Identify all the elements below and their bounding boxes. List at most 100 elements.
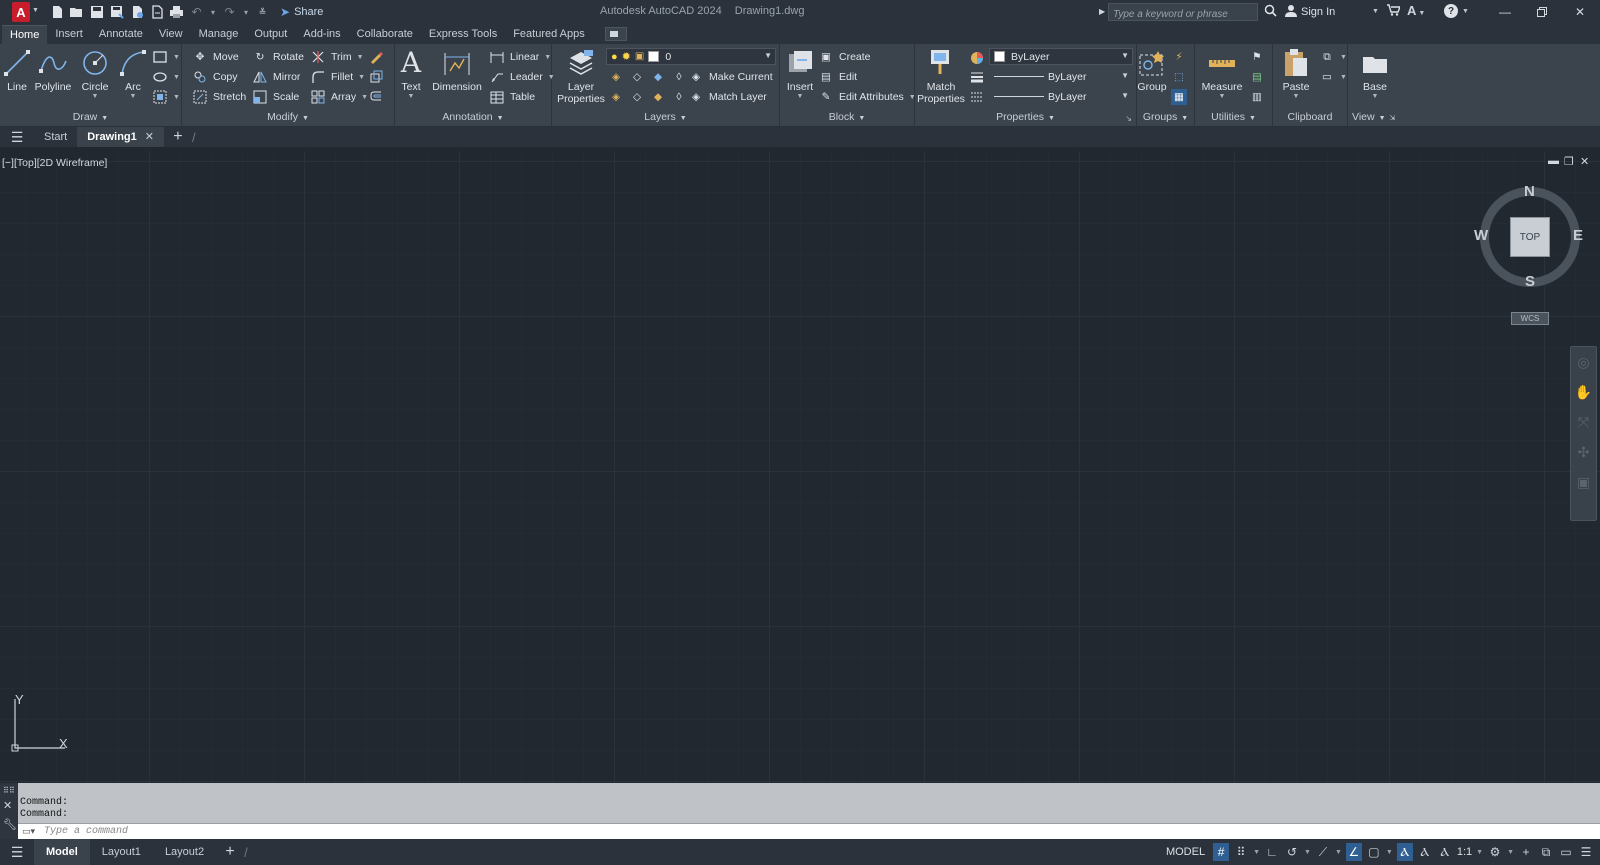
save-to-web-icon[interactable] — [148, 4, 165, 21]
layout-tabs-menu-icon[interactable]: ☰ — [0, 842, 34, 862]
command-prompt-icon[interactable]: ▭▾ — [18, 826, 44, 837]
explode-button[interactable] — [368, 68, 384, 86]
pan-hand-icon[interactable]: ✋ — [1571, 377, 1596, 407]
linear-dimension-button[interactable]: Linear ▼ — [489, 48, 551, 66]
orbit-icon[interactable]: ✣ — [1571, 437, 1596, 467]
copy-button[interactable]: Copy — [192, 68, 238, 86]
chevron-down-icon[interactable]: ▼ — [1304, 849, 1311, 856]
layer-dropdown[interactable]: ● ✹ ▣ 0 ▼ — [606, 48, 776, 65]
chevron-down-icon[interactable]: ▼ — [1352, 93, 1398, 101]
minimize-icon[interactable]: — — [1490, 2, 1520, 22]
command-input[interactable] — [44, 824, 1600, 839]
sign-in-button[interactable]: Sign In — [1285, 4, 1335, 20]
zoom-extents-icon[interactable]: ⤧ — [1571, 407, 1596, 437]
chevron-down-icon[interactable]: ▼ — [1386, 849, 1393, 856]
search-icon[interactable] — [1264, 4, 1277, 20]
isolate-objects-icon[interactable]: ⧉ — [1538, 843, 1554, 861]
tab-home[interactable]: Home — [2, 25, 48, 44]
ellipse-tool[interactable]: ▼ — [152, 68, 180, 86]
erase-button[interactable] — [368, 48, 384, 66]
viewcube-face-top[interactable]: TOP — [1510, 217, 1550, 257]
edit-block-button[interactable]: ▤ Edit — [818, 68, 857, 86]
array-button[interactable]: Array ▼ — [310, 88, 368, 106]
tab-view[interactable]: View — [151, 25, 191, 44]
chevron-down-icon[interactable]: ▼ — [1199, 93, 1245, 101]
layer-thaw-icon[interactable]: ◈ — [608, 89, 624, 105]
group-selection-button[interactable]: ▦ — [1171, 88, 1187, 106]
annotation-scale-value[interactable]: 1:1 — [1457, 846, 1472, 858]
create-block-button[interactable]: ▣ Create — [818, 48, 870, 66]
file-tabs-menu-icon[interactable]: ☰ — [0, 127, 34, 147]
new-file-icon[interactable] — [48, 4, 65, 21]
wcs-menu[interactable]: WCS — [1511, 312, 1549, 325]
auto-scale-icon[interactable]: Ⲁ — [1417, 843, 1433, 861]
share-button[interactable]: ➤ Share — [280, 5, 323, 19]
group-button[interactable]: Group — [1133, 48, 1171, 93]
cut-button[interactable]: ▭ ▼ — [1319, 68, 1347, 86]
annotation-monitor-icon[interactable]: + — [1518, 843, 1534, 861]
lineweight-dropdown[interactable]: ByLayer ▼ — [989, 68, 1133, 85]
table-button[interactable]: Table — [489, 88, 535, 106]
chevron-down-icon[interactable]: ▼ — [1476, 849, 1483, 856]
chevron-down-icon[interactable]: ▼ — [1273, 93, 1319, 101]
base-view-button[interactable]: Base ▼ — [1352, 48, 1398, 101]
customize-toolbar-icon[interactable]: ≚ — [254, 4, 271, 21]
tab-annotate[interactable]: Annotate — [91, 25, 151, 44]
showmotion-icon[interactable]: ▣ — [1571, 467, 1596, 497]
annotation-visibility-icon[interactable]: Ⲁ — [1396, 843, 1413, 861]
close-icon[interactable]: ✕ — [145, 127, 154, 147]
move-button[interactable]: ✥ Move — [192, 48, 239, 66]
polar-tracking-icon[interactable]: ↺ — [1284, 843, 1300, 861]
close-icon[interactable]: ✕ — [3, 799, 12, 812]
tab-output[interactable]: Output — [246, 25, 295, 44]
application-menu-button[interactable]: A — [12, 2, 30, 22]
match-properties-button[interactable]: Match Properties — [916, 48, 966, 105]
isometric-drafting-icon[interactable]: ⟋ — [1315, 843, 1331, 861]
close-icon[interactable]: ✕ — [1565, 2, 1595, 22]
viewport-minimize-icon[interactable]: ▬ — [1548, 155, 1559, 167]
viewport-controls-label[interactable]: [−][Top][2D Wireframe] — [2, 157, 107, 169]
tab-model[interactable]: Model — [34, 839, 90, 865]
undo-icon[interactable]: ↶ — [188, 4, 205, 21]
object-color-dropdown[interactable]: ByLayer ▼ — [989, 48, 1133, 65]
insert-block-button[interactable]: Insert ▼ — [782, 48, 818, 101]
tab-insert[interactable]: Insert — [47, 25, 91, 44]
cart-icon[interactable] — [1387, 4, 1402, 19]
panel-title-annotation[interactable]: Annotation ▼ — [395, 111, 551, 125]
layer-isolate-icon[interactable]: ◈ — [608, 69, 624, 85]
group-edit-button[interactable]: ⬚ — [1171, 68, 1187, 86]
leader-button[interactable]: Leader ▼ — [489, 68, 555, 86]
chevron-down-icon[interactable]: ▼ — [1462, 8, 1469, 15]
offset-button[interactable] — [368, 88, 384, 106]
annotation-scale-icon[interactable]: Ⲁ — [1437, 843, 1453, 861]
hatch-tool[interactable]: ▼ — [152, 88, 180, 106]
layer-unlock-icon[interactable]: ◊ — [671, 89, 687, 105]
rectangle-tool[interactable]: ▼ — [152, 48, 180, 66]
panel-title-view[interactable]: View ▼ ⇲ — [1348, 111, 1404, 125]
tab-add-ins[interactable]: Add-ins — [295, 25, 348, 44]
panel-title-draw[interactable]: Draw ▼ — [0, 111, 181, 125]
redo-dropdown-icon[interactable]: ▾ — [241, 4, 251, 21]
viewcube[interactable]: TOP N S E W — [1474, 183, 1583, 290]
panel-title-modify[interactable]: Modify ▼ — [182, 111, 394, 125]
chevron-right-icon[interactable]: ▶ — [1099, 7, 1105, 16]
layer-freeze-icon[interactable]: ◆ — [650, 69, 666, 85]
layer-unisolate-icon[interactable]: ◇ — [629, 69, 645, 85]
tab-collaborate[interactable]: Collaborate — [349, 25, 421, 44]
make-current-button[interactable]: ◈ Make Current — [688, 68, 773, 86]
plot-icon[interactable] — [168, 4, 185, 21]
viewport-restore-icon[interactable]: ❐ — [1564, 155, 1574, 168]
tab-start[interactable]: Start — [34, 127, 77, 147]
tab-layout1[interactable]: Layout1 — [90, 839, 153, 865]
compass-west[interactable]: W — [1474, 227, 1488, 244]
chevron-down-icon[interactable]: ▼ — [1372, 8, 1379, 15]
tab-drawing1[interactable]: Drawing1 ✕ — [77, 127, 164, 147]
quick-select-button[interactable]: ⚑ — [1249, 48, 1265, 66]
help-search-input[interactable] — [1109, 6, 1257, 23]
panel-launcher-icon[interactable]: ⇲ — [1390, 115, 1396, 122]
customization-menu-icon[interactable]: ☰ — [1578, 843, 1594, 861]
chevron-down-icon[interactable]: ▼ — [1507, 849, 1514, 856]
ortho-icon[interactable]: ∟ — [1264, 843, 1280, 861]
ungroup-button[interactable]: ⚡ — [1171, 48, 1187, 66]
tab-manage[interactable]: Manage — [191, 25, 247, 44]
